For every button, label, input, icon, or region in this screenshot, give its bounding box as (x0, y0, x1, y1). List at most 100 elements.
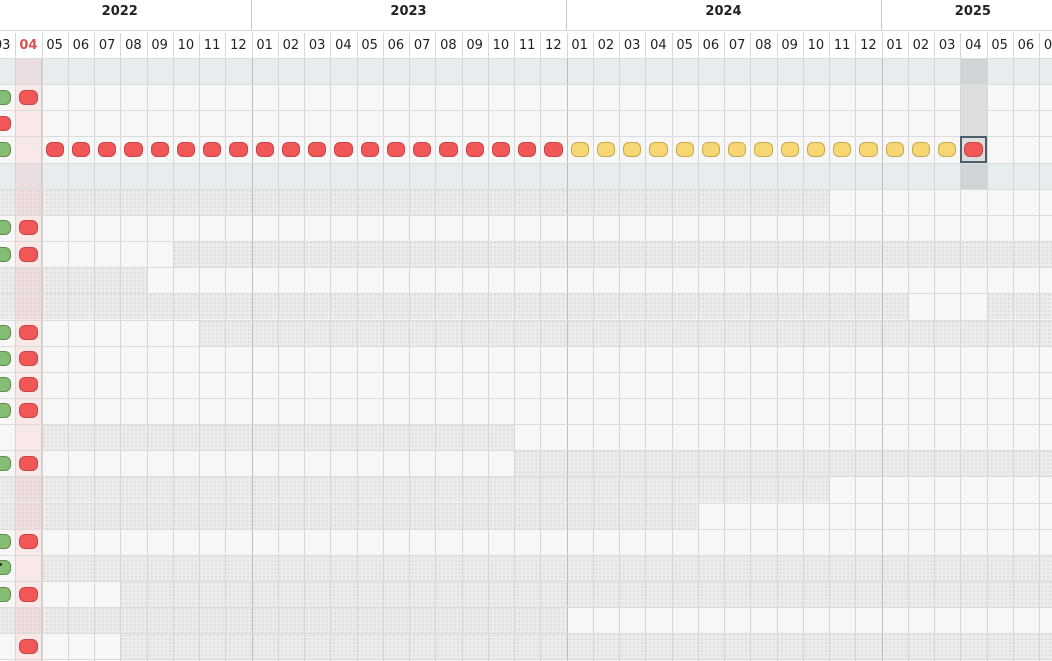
red-status-pill[interactable] (19, 534, 38, 550)
month-header-2024-05[interactable]: 05 (671, 33, 698, 58)
month-header-2024-06[interactable]: 06 (697, 33, 724, 58)
green-status-pill[interactable] (0, 246, 12, 262)
red-status-pill[interactable] (491, 141, 510, 157)
month-header-2025-07[interactable]: 07 (1039, 33, 1052, 58)
month-header-2023-05[interactable]: 05 (356, 33, 383, 58)
month-header-divider (593, 33, 594, 58)
yellow-status-pill[interactable] (911, 141, 930, 157)
red-status-pill[interactable] (334, 141, 353, 157)
red-status-pill[interactable] (71, 141, 90, 157)
red-status-pill[interactable] (360, 141, 379, 157)
red-status-pill[interactable] (19, 403, 38, 419)
month-header-2025-01[interactable]: 01 (881, 33, 908, 58)
month-header-2022-06[interactable]: 06 (67, 33, 94, 58)
red-status-pill[interactable] (19, 89, 38, 105)
yellow-status-pill[interactable] (701, 141, 720, 157)
month-header-2024-12[interactable]: 12 (855, 33, 882, 58)
yellow-status-pill[interactable] (833, 141, 852, 157)
month-header-2022-10[interactable]: 10 (172, 33, 199, 58)
yellow-status-pill[interactable] (649, 141, 668, 157)
red-status-pill[interactable] (229, 141, 248, 157)
yellow-status-pill[interactable] (885, 141, 904, 157)
month-header-2025-04[interactable]: 04 (960, 33, 987, 58)
month-header-2023-08[interactable]: 08 (435, 33, 462, 58)
red-status-pill[interactable] (413, 141, 432, 157)
month-header-2024-04[interactable]: 04 (645, 33, 672, 58)
red-status-pill[interactable] (176, 141, 195, 157)
red-status-pill[interactable] (544, 141, 563, 157)
selected-cell-outline[interactable] (960, 136, 987, 163)
month-header-2023-06[interactable]: 06 (382, 33, 409, 58)
red-status-pill[interactable] (19, 455, 38, 471)
month-header-2023-07[interactable]: 07 (409, 33, 436, 58)
red-status-pill[interactable] (150, 141, 169, 157)
yellow-status-pill[interactable] (859, 141, 878, 157)
yellow-status-pill[interactable] (806, 141, 825, 157)
red-status-pill[interactable] (308, 141, 327, 157)
month-header-2022-07[interactable]: 07 (94, 33, 121, 58)
red-status-pill[interactable] (439, 141, 458, 157)
month-header-2024-03[interactable]: 03 (619, 33, 646, 58)
yellow-status-pill[interactable] (675, 141, 694, 157)
yellow-status-pill[interactable] (728, 141, 747, 157)
yellow-status-pill[interactable] (623, 141, 642, 157)
month-header-2023-12[interactable]: 12 (540, 33, 567, 58)
red-status-pill[interactable] (19, 638, 38, 654)
red-status-pill[interactable] (45, 141, 64, 157)
yellow-status-pill[interactable] (780, 141, 799, 157)
month-header-2024-02[interactable]: 02 (592, 33, 619, 58)
red-status-pill[interactable] (0, 115, 12, 131)
green-status-pill[interactable] (0, 141, 12, 157)
month-header-2025-03[interactable]: 03 (934, 33, 961, 58)
month-header-2022-11[interactable]: 11 (199, 33, 226, 58)
red-status-pill[interactable] (124, 141, 143, 157)
month-header-2023-10[interactable]: 10 (487, 33, 514, 58)
yellow-status-pill[interactable] (570, 141, 589, 157)
red-status-pill[interactable] (203, 141, 222, 157)
red-status-pill[interactable] (19, 377, 38, 393)
month-header-2025-06[interactable]: 06 (1012, 33, 1039, 58)
month-header-2023-01[interactable]: 01 (251, 33, 278, 58)
month-header-divider (514, 33, 515, 58)
month-header-2023-02[interactable]: 02 (277, 33, 304, 58)
yellow-status-pill[interactable] (938, 141, 957, 157)
month-header-2023-09[interactable]: 09 (461, 33, 488, 58)
red-status-pill[interactable] (255, 141, 274, 157)
month-header-2022-12[interactable]: 12 (225, 33, 252, 58)
red-status-pill[interactable] (19, 246, 38, 262)
red-status-pill[interactable] (465, 141, 484, 157)
green-status-pill[interactable] (0, 325, 12, 340)
month-header-2023-11[interactable]: 11 (514, 33, 541, 58)
green-status-pill[interactable] (0, 586, 12, 602)
red-status-pill[interactable] (19, 586, 38, 602)
month-header-2024-11[interactable]: 11 (829, 33, 856, 58)
red-status-pill[interactable] (281, 141, 300, 157)
month-header-2024-10[interactable]: 10 (802, 33, 829, 58)
month-header-2022-09[interactable]: 09 (146, 33, 173, 58)
yellow-status-pill[interactable] (754, 141, 773, 157)
red-status-pill[interactable] (19, 325, 38, 340)
yellow-status-pill[interactable] (596, 141, 615, 157)
red-status-pill[interactable] (386, 141, 405, 157)
month-header-2024-09[interactable]: 09 (776, 33, 803, 58)
green-status-pill[interactable] (0, 351, 12, 367)
month-header-2023-03[interactable]: 03 (304, 33, 331, 58)
month-header-2024-08[interactable]: 08 (750, 33, 777, 58)
month-header-2022-08[interactable]: 08 (120, 33, 147, 58)
month-header-2025-02[interactable]: 02 (907, 33, 934, 58)
month-header-2024-07[interactable]: 07 (724, 33, 751, 58)
green-status-pill[interactable] (0, 89, 12, 105)
month-header-divider (488, 33, 489, 58)
red-status-pill[interactable] (19, 351, 38, 367)
month-header-divider (199, 33, 200, 58)
month-header-2022-04[interactable]: 04 (15, 33, 42, 58)
green-status-pill[interactable] (0, 455, 12, 471)
red-status-pill[interactable] (98, 141, 117, 157)
month-header-2024-01[interactable]: 01 (566, 33, 593, 58)
month-header-2022-05[interactable]: 05 (41, 33, 68, 58)
month-header-2025-05[interactable]: 05 (986, 33, 1013, 58)
red-status-pill[interactable] (518, 141, 537, 157)
month-header-2023-04[interactable]: 04 (330, 33, 357, 58)
red-status-pill[interactable] (19, 220, 38, 236)
month-header-2022-03[interactable]: 03 (0, 33, 16, 58)
